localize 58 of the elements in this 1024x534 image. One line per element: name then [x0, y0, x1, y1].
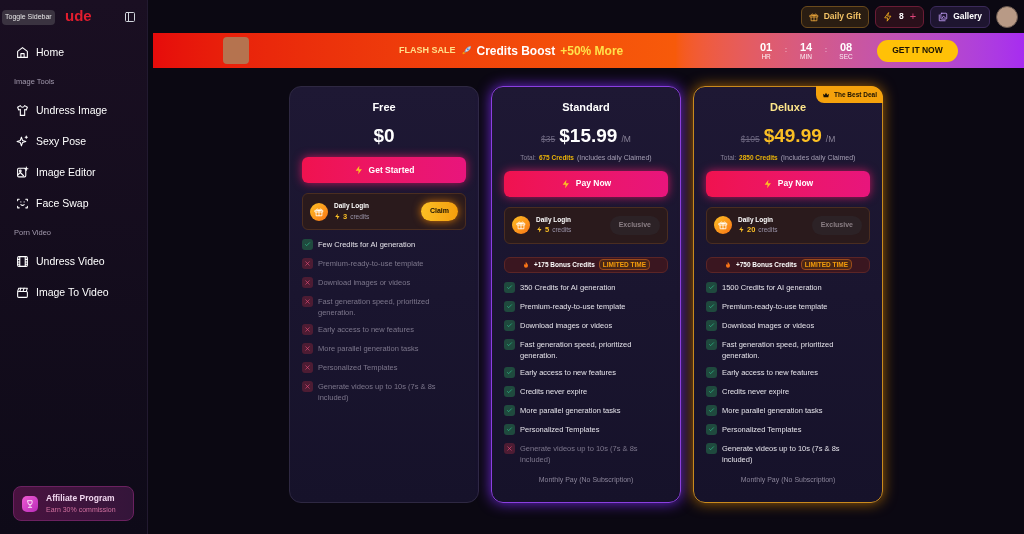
- gallery-button[interactable]: Gallery: [930, 5, 990, 28]
- gallery-icon: [938, 11, 949, 22]
- bolt-icon: [738, 226, 745, 234]
- sidebar-item[interactable]: Image Editor: [13, 157, 134, 188]
- image-edit-icon: [16, 166, 29, 179]
- sidebar-toggle-icon: [124, 10, 136, 23]
- gift-glyph-icon: [516, 220, 526, 230]
- plan-name: Deluxe: [768, 100, 808, 115]
- price-period: /M: [825, 132, 836, 146]
- price-period: /M: [621, 132, 631, 146]
- bolt-icon: [883, 11, 893, 22]
- old-price: $35: [541, 132, 556, 146]
- gift-glyph-icon: [718, 220, 728, 230]
- plan-price: $15.99: [559, 123, 618, 148]
- plan-price: $49.99: [763, 123, 822, 148]
- banner-title: Credits Boost: [476, 42, 556, 60]
- plan-action-button[interactable]: Pay Now: [706, 170, 870, 197]
- sidebar-item[interactable]: Undress Image: [13, 95, 134, 126]
- sidebar-item[interactable]: Undress Video: [13, 246, 134, 277]
- app-logo[interactable]: ude: [65, 5, 92, 28]
- banner-highlight: +50% More: [560, 42, 624, 60]
- gift-icon: [808, 11, 819, 22]
- bolt-icon: [762, 178, 773, 189]
- sparkles-icon: [16, 135, 29, 148]
- credits-count: 8: [899, 10, 904, 23]
- old-price: $105: [740, 132, 760, 146]
- sidebar-item[interactable]: Face Swap: [13, 188, 134, 219]
- film-icon: [16, 255, 29, 268]
- plan-name: Free: [371, 100, 397, 115]
- bolt-icon: [560, 178, 571, 189]
- gift-glyph-icon: [314, 206, 324, 217]
- home-icon: [16, 46, 29, 59]
- daily-gift-button[interactable]: Daily Gift: [800, 5, 869, 28]
- plan-name: Standard: [561, 100, 611, 115]
- avatar[interactable]: [996, 5, 1018, 28]
- plan-action-button[interactable]: Get Started: [302, 157, 466, 183]
- fire-icon: [723, 260, 732, 269]
- affiliate-title: Affiliate Program: [46, 491, 116, 505]
- get-it-now-button[interactable]: GET IT NOW: [877, 39, 958, 62]
- bolt-icon: [334, 212, 341, 220]
- plan-price: $0: [373, 123, 395, 148]
- clapperboard-icon: [16, 286, 29, 299]
- fire-icon: [521, 260, 530, 269]
- add-credits-button[interactable]: +: [909, 11, 917, 22]
- countdown-value: 01: [759, 41, 773, 53]
- rocket-icon: [460, 45, 472, 56]
- sidebar-item[interactable]: Sexy Pose: [13, 126, 134, 157]
- countdown-value: 14: [799, 41, 813, 53]
- countdown-value: 08: [839, 41, 853, 53]
- shirt-icon: [16, 104, 29, 117]
- sidebar-item[interactable]: Home: [13, 37, 134, 68]
- bolt-icon: [536, 226, 543, 234]
- face-scan-icon: [16, 197, 29, 210]
- photo-placeholder: [223, 37, 249, 64]
- bolt-icon: [353, 165, 364, 175]
- flash-sale-label: FLASH SALE: [399, 43, 456, 57]
- plan-action-button[interactable]: Pay Now: [504, 170, 668, 197]
- sidebar-item[interactable]: Image To Video: [13, 277, 134, 308]
